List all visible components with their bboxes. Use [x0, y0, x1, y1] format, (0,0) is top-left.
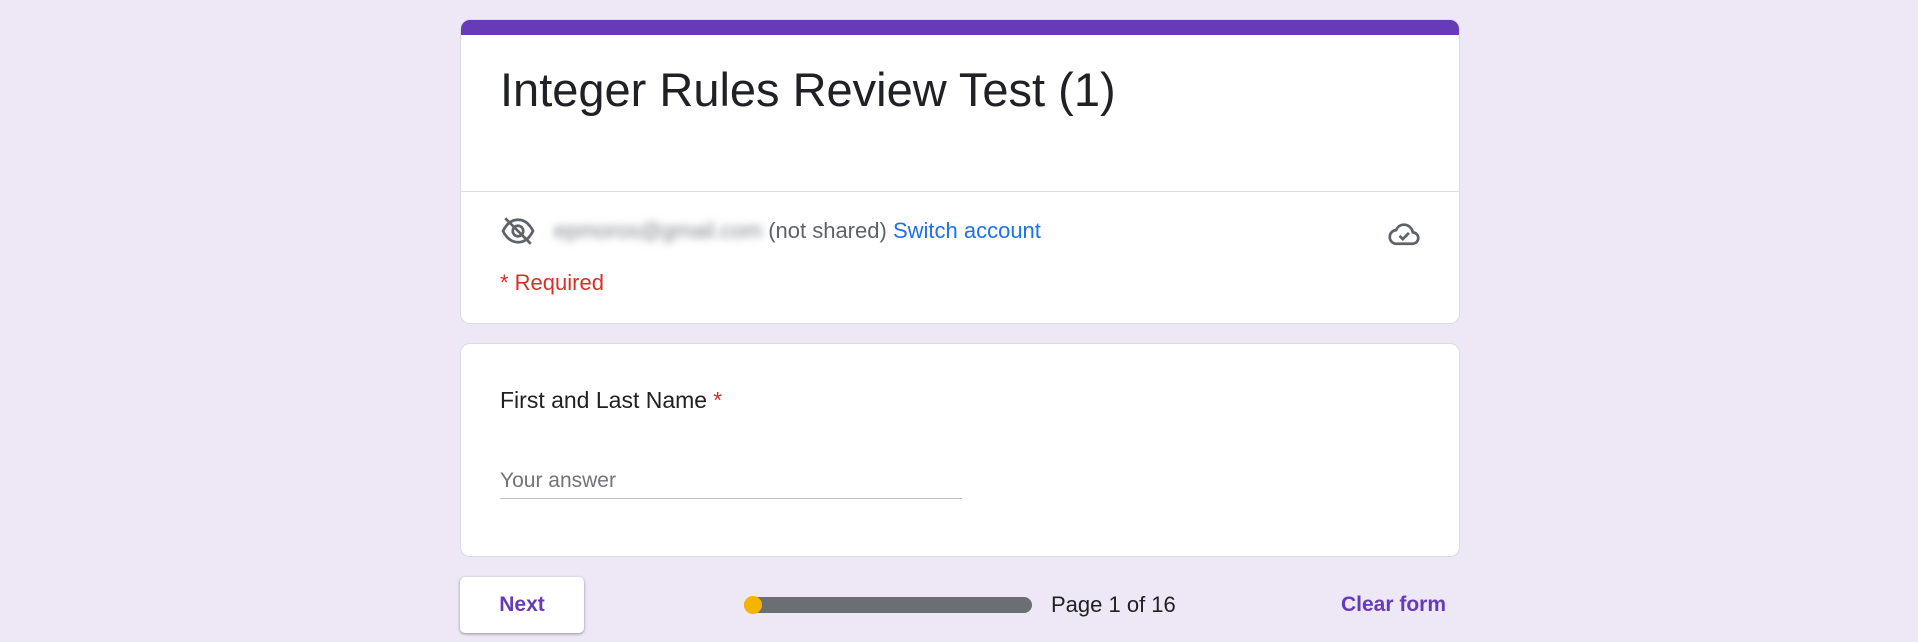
cloud-check-icon: [1388, 223, 1420, 246]
account-row: epmoros@gmail.com (not shared) Switch acc…: [554, 218, 1041, 244]
question-title: First and Last Name: [500, 387, 708, 413]
form-title: Integer Rules Review Test (1): [500, 63, 1116, 116]
progress-bar: [744, 596, 1032, 614]
required-star: *: [713, 387, 723, 413]
header-accent-stripe: [461, 20, 1459, 35]
required-note: * Required: [500, 270, 604, 295]
form-header-card: Integer Rules Review Test (1) epmoros@gm…: [460, 19, 1460, 324]
switch-account-link[interactable]: Switch account: [893, 218, 1041, 243]
clear-form-button[interactable]: Clear form: [1320, 581, 1454, 629]
question-card: First and Last Name *: [460, 343, 1460, 557]
question-label: First and Last Name *: [500, 387, 722, 414]
header-divider: [461, 191, 1459, 192]
next-button[interactable]: Next: [460, 577, 584, 633]
eye-off-icon: [501, 217, 535, 245]
account-email: epmoros@gmail.com: [554, 218, 763, 243]
progress-bar-fill: [744, 596, 762, 614]
page-indicator: Page 1 of 16: [1051, 592, 1176, 617]
shared-status: (not shared): [768, 218, 887, 243]
name-answer-input[interactable]: [500, 464, 962, 499]
